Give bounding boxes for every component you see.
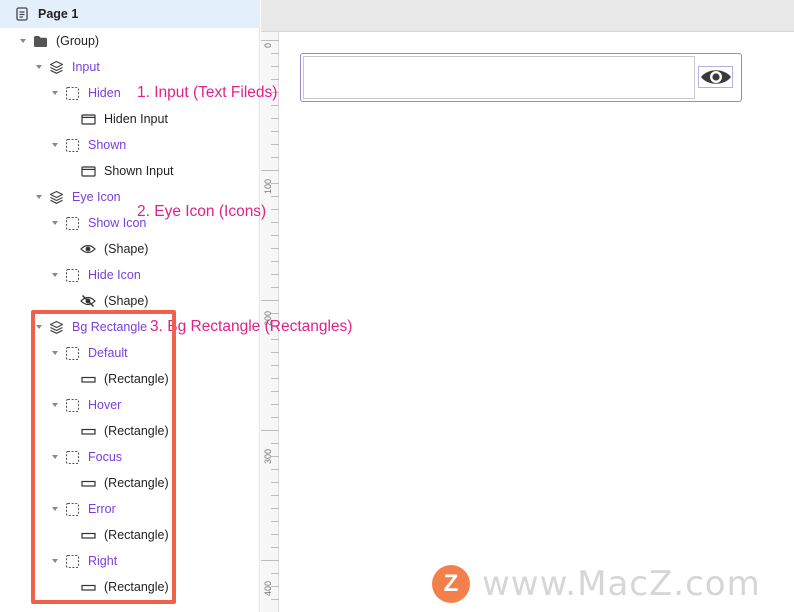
- ruler-tick: [271, 521, 279, 522]
- password-input-mock[interactable]: [300, 53, 742, 102]
- text-field-mock[interactable]: [303, 56, 695, 99]
- ruler-label: 0: [263, 42, 273, 48]
- watermark: Z www.MacZ.com: [432, 564, 761, 604]
- input-box-icon: [80, 163, 96, 179]
- ruler-tick: [271, 586, 279, 587]
- chevron-down-icon[interactable]: [34, 62, 44, 72]
- layer-row[interactable]: Hide Icon: [50, 262, 141, 288]
- ruler-label: 100: [263, 178, 273, 194]
- page-row[interactable]: Page 1: [0, 0, 260, 28]
- ruler-tick: [271, 261, 279, 262]
- design-canvas[interactable]: [280, 33, 794, 612]
- folder-icon: [32, 33, 48, 49]
- layer-label: Hiden Input: [104, 112, 168, 126]
- watermark-text: www.MacZ.com: [482, 564, 761, 604]
- layer-label: Hiden: [88, 86, 121, 100]
- layers-icon: [48, 189, 64, 205]
- ruler-tick: [271, 196, 279, 197]
- ruler-tick: [271, 248, 279, 249]
- layer-label: (Group): [56, 34, 100, 48]
- layer-label: Input: [72, 60, 100, 74]
- ruler-tick: [271, 131, 279, 132]
- chevron-down-icon[interactable]: [18, 36, 28, 46]
- ruler-tick: [261, 170, 279, 171]
- ruler-tick: [271, 235, 279, 236]
- layer-label: Eye Icon: [72, 190, 121, 204]
- layer-row[interactable]: Shown: [50, 132, 126, 158]
- dashed-frame-icon: [64, 85, 80, 101]
- ruler-tick: [271, 53, 279, 54]
- chevron-down-icon[interactable]: [50, 218, 60, 228]
- layer-row[interactable]: Shown Input: [80, 158, 174, 184]
- layers-icon: [48, 59, 64, 75]
- ruler-tick: [271, 352, 279, 353]
- chevron-down-icon[interactable]: [50, 88, 60, 98]
- ruler-tick: [261, 40, 279, 41]
- layer-row[interactable]: Input: [34, 54, 100, 80]
- layer-row[interactable]: (Shape): [80, 236, 148, 262]
- ruler-tick: [271, 378, 279, 379]
- page-icon: [14, 6, 30, 22]
- chevron-down-icon[interactable]: [50, 140, 60, 150]
- ruler-tick: [261, 560, 279, 561]
- ruler-tick: [271, 482, 279, 483]
- eye-icon[interactable]: [698, 66, 733, 88]
- ruler-tick: [271, 573, 279, 574]
- ruler-tick: [271, 547, 279, 548]
- page-label: Page 1: [38, 7, 79, 21]
- layer-row[interactable]: (Group): [18, 28, 99, 54]
- ruler-tick: [271, 313, 279, 314]
- layer-label: Shown: [88, 138, 127, 152]
- input-box-icon: [80, 111, 96, 127]
- ruler-tick: [271, 339, 279, 340]
- ruler-label: 400: [263, 580, 273, 596]
- ruler-tick: [271, 599, 279, 600]
- eye-icon: [80, 241, 96, 257]
- layer-label: (Shape): [104, 242, 149, 256]
- layer-label: Hide Icon: [88, 268, 141, 282]
- layer-row[interactable]: Eye Icon: [34, 184, 121, 210]
- annotation-input: 1. Input (Text Fileds): [137, 84, 278, 101]
- ruler-tick: [271, 508, 279, 509]
- ruler-tick: [271, 66, 279, 67]
- ruler-tick: [271, 495, 279, 496]
- ruler-top: [261, 0, 794, 32]
- ruler-tick: [271, 209, 279, 210]
- layer-row[interactable]: Hiden: [50, 80, 121, 106]
- layer-row[interactable]: Show Icon: [50, 210, 146, 236]
- ruler-tick: [271, 391, 279, 392]
- ruler-tick: [271, 469, 279, 470]
- annotation-bg-rectangle: 3. Bg Rectangle (Rectangles): [150, 318, 353, 335]
- ruler-tick: [271, 118, 279, 119]
- chevron-down-icon[interactable]: [34, 192, 44, 202]
- highlight-box: [31, 310, 176, 604]
- ruler-tick: [271, 443, 279, 444]
- watermark-logo: Z: [432, 565, 470, 603]
- ruler-tick: [271, 404, 279, 405]
- layer-label: (Shape): [104, 294, 149, 308]
- ruler-tick: [271, 274, 279, 275]
- ruler-tick: [271, 417, 279, 418]
- annotation-eye-icon: 2. Eye Icon (Icons): [137, 203, 267, 220]
- ruler-tick: [271, 157, 279, 158]
- ruler-tick: [271, 79, 279, 80]
- ruler-tick: [271, 144, 279, 145]
- ruler-tick: [261, 300, 279, 301]
- ruler-tick: [271, 534, 279, 535]
- dashed-frame-icon: [64, 137, 80, 153]
- ruler-tick: [271, 365, 279, 366]
- ruler-tick: [271, 105, 279, 106]
- ruler-tick: [271, 222, 279, 223]
- ruler-tick: [271, 183, 279, 184]
- dashed-frame-icon: [64, 215, 80, 231]
- ruler-tick: [271, 287, 279, 288]
- ruler-tick: [271, 456, 279, 457]
- chevron-down-icon[interactable]: [50, 270, 60, 280]
- dashed-frame-icon: [64, 267, 80, 283]
- layer-label: Shown Input: [104, 164, 174, 178]
- layer-row[interactable]: Hiden Input: [80, 106, 168, 132]
- ruler-tick: [261, 430, 279, 431]
- eye-off-icon: [80, 293, 96, 309]
